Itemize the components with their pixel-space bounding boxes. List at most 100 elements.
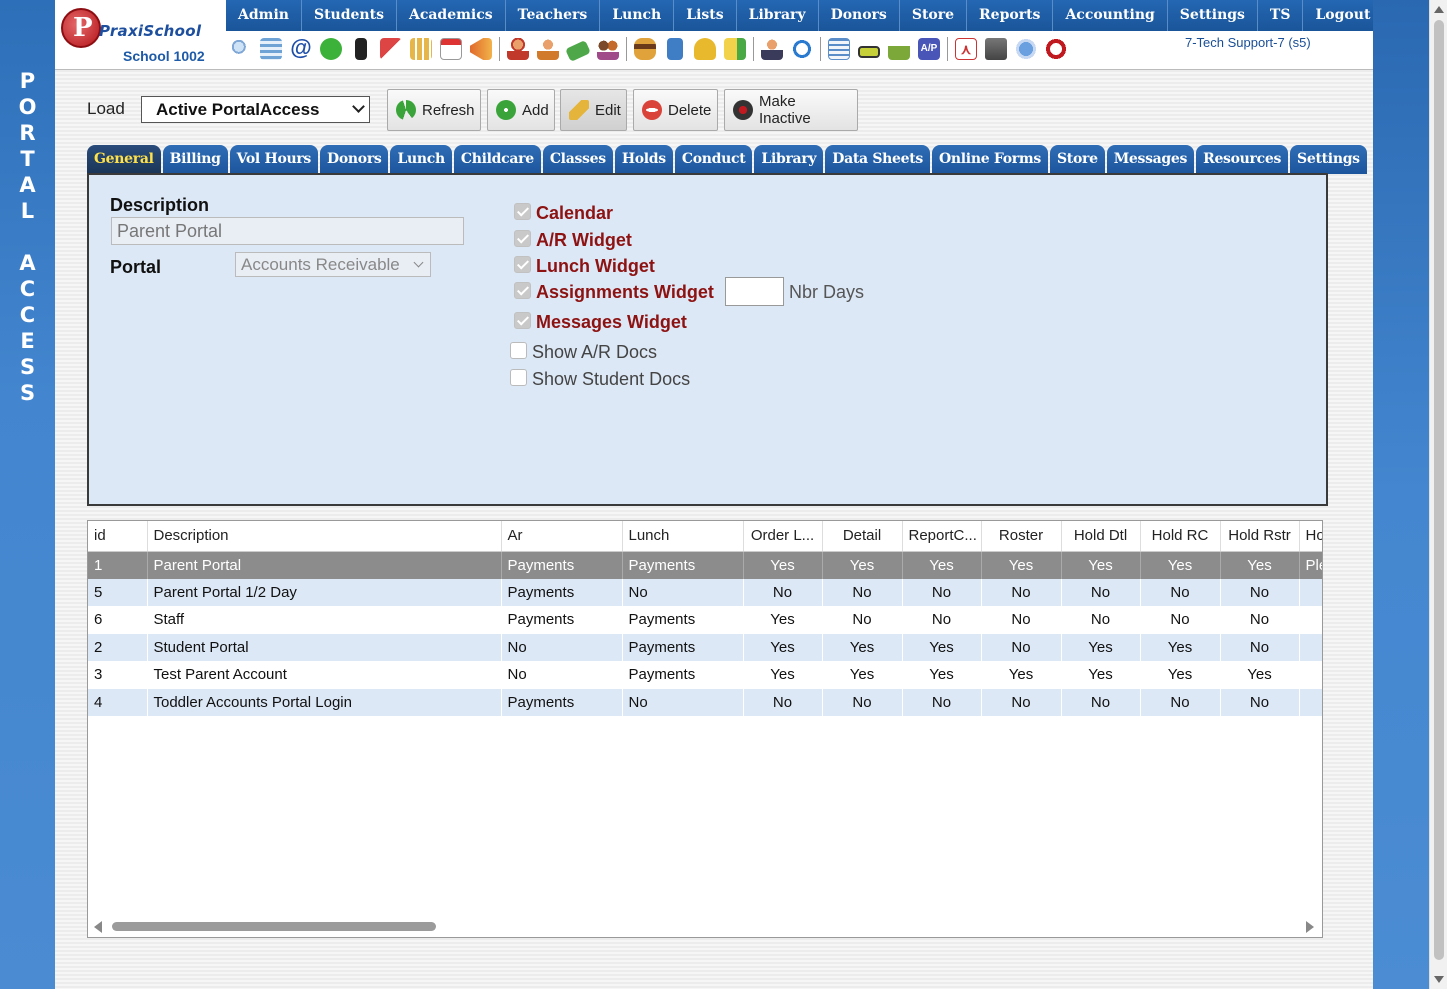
vertical-scrollbar[interactable] — [1429, 0, 1447, 989]
nav-admin[interactable]: Admin — [226, 0, 302, 31]
messages-widget-checkbox[interactable] — [514, 312, 531, 329]
tab-library[interactable]: Library — [754, 145, 824, 174]
col-header-roster[interactable]: Roster — [981, 521, 1062, 552]
calendar-grid-icon[interactable] — [410, 38, 432, 60]
table-row[interactable]: 4 Toddler Accounts Portal Login Payments… — [88, 688, 1322, 716]
nav-teachers[interactable]: Teachers — [506, 0, 601, 31]
email-icon[interactable]: @ — [290, 37, 312, 60]
pdf-icon[interactable]: ⋏ — [955, 38, 977, 60]
export-icon[interactable] — [724, 38, 746, 60]
table-row[interactable]: 5 Parent Portal 1/2 Day Payments No No N… — [88, 578, 1322, 606]
col-header-report-card[interactable]: ReportC... — [902, 521, 982, 552]
chat-icon[interactable] — [320, 38, 342, 60]
edit-button[interactable]: Edit — [560, 89, 627, 131]
nav-academics[interactable]: Academics — [397, 0, 506, 31]
scroll-up-icon[interactable] — [1434, 6, 1444, 13]
ar-widget-checkbox[interactable] — [514, 230, 531, 247]
scroll-down-icon[interactable] — [1434, 976, 1444, 983]
tab-holds[interactable]: Holds — [614, 145, 673, 174]
tab-vol-hours[interactable]: Vol Hours — [229, 145, 319, 174]
nav-logout[interactable]: Logout — [1303, 0, 1384, 31]
col-header-hold-rc[interactable]: Hold RC — [1140, 521, 1221, 552]
description-field[interactable]: Parent Portal — [111, 217, 464, 245]
ticket-icon[interactable] — [858, 45, 880, 58]
book-icon[interactable] — [667, 38, 683, 60]
nav-settings[interactable]: Settings — [1168, 0, 1258, 31]
table-row[interactable]: 6 Staff Payments Payments Yes No No No N… — [88, 606, 1322, 634]
tab-donors[interactable]: Donors — [320, 145, 389, 174]
teacher-icon[interactable] — [761, 38, 783, 60]
spreadsheet-icon[interactable] — [260, 38, 282, 60]
tab-data-sheets[interactable]: Data Sheets — [825, 145, 931, 174]
portal-select[interactable]: Accounts Receivable — [235, 252, 431, 277]
nav-lunch[interactable]: Lunch — [600, 0, 675, 31]
tab-classes[interactable]: Classes — [542, 145, 613, 174]
nav-reports[interactable]: Reports — [967, 0, 1054, 31]
user-icon[interactable] — [537, 38, 559, 60]
nav-store[interactable]: Store — [900, 0, 968, 31]
list-icon[interactable] — [828, 38, 850, 60]
nav-donors[interactable]: Donors — [819, 0, 900, 31]
table-row[interactable]: 2 Student Portal No Payments Yes Yes Yes… — [88, 633, 1322, 661]
col-header-hold-rstr[interactable]: Hold Rstr — [1220, 521, 1300, 552]
nav-ts[interactable]: TS — [1258, 0, 1304, 31]
scrollbar-thumb[interactable] — [1434, 20, 1444, 960]
refresh-button[interactable]: Refresh — [387, 89, 481, 131]
tab-resources[interactable]: Resources — [1196, 145, 1289, 174]
delete-button[interactable]: Delete — [633, 89, 718, 131]
tab-store[interactable]: Store — [1049, 145, 1105, 174]
col-header-id[interactable]: id — [88, 521, 148, 552]
col-header-description[interactable]: Description — [147, 521, 502, 552]
group-icon[interactable] — [597, 38, 619, 60]
clock-icon[interactable] — [791, 38, 813, 60]
col-header-lunch[interactable]: Lunch — [622, 521, 744, 552]
tab-online-forms[interactable]: Online Forms — [932, 145, 1048, 174]
nbr-days-input[interactable] — [725, 277, 784, 306]
lunch-icon[interactable] — [634, 38, 656, 60]
search-icon[interactable] — [230, 38, 252, 60]
cash-register-icon[interactable] — [985, 38, 1007, 60]
lunch-widget-checkbox[interactable] — [514, 256, 531, 273]
tab-messages[interactable]: Messages — [1106, 145, 1195, 174]
table-row[interactable]: 1 Parent Portal Payments Payments Yes Ye… — [88, 551, 1322, 579]
horizontal-scrollbar[interactable] — [88, 917, 1322, 937]
show-student-docs-checkbox[interactable] — [510, 369, 527, 386]
col-header-order-lunch[interactable]: Order L... — [743, 521, 823, 552]
col-header-ho[interactable]: Ho — [1299, 521, 1322, 552]
praxischool-logo[interactable]: PraxiSchool School 1002 — [59, 6, 219, 66]
load-select[interactable]: Active PortalAccess — [141, 96, 370, 123]
tab-childcare[interactable]: Childcare — [453, 145, 541, 174]
nav-students[interactable]: Students — [302, 0, 397, 31]
nav-library[interactable]: Library — [737, 0, 819, 31]
tab-billing[interactable]: Billing — [162, 145, 228, 174]
show-ar-docs-checkbox[interactable] — [510, 342, 527, 359]
tab-lunch[interactable]: Lunch — [390, 145, 452, 174]
calendar-checkbox[interactable] — [514, 203, 531, 220]
col-header-detail[interactable]: Detail — [822, 521, 903, 552]
phone-icon[interactable] — [355, 38, 367, 60]
scroll-left-icon[interactable] — [94, 921, 102, 933]
ap-icon[interactable]: A/P — [918, 38, 940, 60]
col-header-hold-dtl[interactable]: Hold Dtl — [1061, 521, 1141, 552]
tab-general[interactable]: General — [87, 145, 161, 174]
help-icon[interactable] — [1015, 38, 1037, 60]
add-button[interactable]: Add — [487, 89, 555, 131]
col-header-ar[interactable]: Ar — [501, 521, 623, 552]
tab-conduct[interactable]: Conduct — [674, 145, 753, 174]
assignments-widget-checkbox[interactable] — [514, 282, 531, 299]
flag-icon[interactable] — [380, 38, 402, 60]
add-user-icon[interactable] — [507, 38, 529, 60]
stop-icon[interactable] — [1045, 38, 1067, 60]
nav-accounting[interactable]: Accounting — [1053, 0, 1168, 31]
bell-icon[interactable] — [694, 38, 716, 60]
print-icon[interactable] — [888, 38, 910, 60]
calendar-icon[interactable] — [440, 38, 462, 60]
nav-lists[interactable]: Lists — [674, 0, 737, 31]
scroll-right-icon[interactable] — [1306, 921, 1314, 933]
tab-settings[interactable]: Settings — [1290, 145, 1367, 174]
table-row[interactable]: 3 Test Parent Account No Payments Yes Ye… — [88, 661, 1322, 689]
make-inactive-button[interactable]: Make Inactive — [724, 89, 858, 131]
megaphone-icon[interactable] — [470, 38, 492, 60]
money-icon[interactable] — [565, 40, 591, 62]
scrollbar-thumb[interactable] — [112, 922, 436, 931]
